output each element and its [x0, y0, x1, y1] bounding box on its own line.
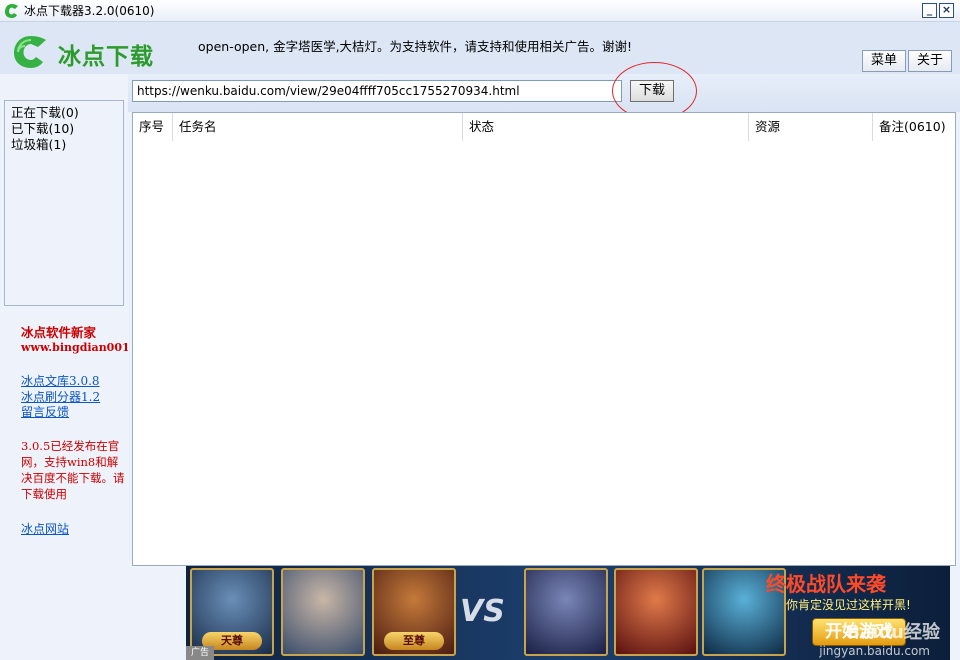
ad-vs-text: VS [460, 594, 505, 629]
close-icon: × [941, 3, 952, 16]
minimize-icon: _ [926, 3, 933, 16]
watermark-sub: jingyan.baidu.com [819, 644, 930, 658]
column-header-index[interactable]: 序号 [133, 113, 173, 141]
link-feedback[interactable]: 留言反馈 [21, 403, 69, 420]
brand-name: 冰点下载 [58, 44, 154, 70]
category-trash[interactable]: 垃圾箱(1) [11, 137, 66, 153]
ad-card-label: 至尊 [384, 632, 444, 650]
link-wenku[interactable]: 冰点文库3.0.8 [21, 372, 100, 389]
ad-hero-card[interactable] [524, 568, 608, 656]
brand-logo-icon [14, 36, 46, 68]
column-header-source[interactable]: 资源 [749, 113, 873, 141]
release-notice: 3.0.5已经发布在官网，支持win8和解决百度不能下载。请下载使用 [21, 439, 125, 501]
about-button[interactable]: 关于 [908, 50, 952, 72]
url-input[interactable] [132, 80, 622, 102]
title-bar: 冰点下载器3.2.0(0610) _ × [0, 0, 960, 22]
ad-hero-card[interactable]: 至尊 [372, 568, 456, 656]
sidebar-site: www.bingdian001.com [21, 341, 128, 354]
app-logo-icon [5, 4, 18, 18]
ad-slogan: 终极战队来袭 [766, 572, 886, 596]
window-title: 冰点下载器3.2.0(0610) [24, 4, 155, 18]
sidebar-title: 冰点软件新家 [21, 325, 97, 340]
ad-tag: 广告 [186, 646, 214, 660]
sidebar-info: 冰点软件新家 www.bingdian001.com 冰点文库3.0.8 冰点刷… [0, 306, 128, 660]
close-button[interactable]: × [939, 3, 954, 18]
ad-hero-card[interactable]: 天尊 [190, 568, 274, 656]
header: 冰点下载 open-open, 金字塔医学,大桔灯。为支持软件，请支持和使用相关… [0, 22, 960, 74]
column-header-taskname[interactable]: 任务名 [173, 113, 463, 141]
scrolling-notice: open-open, 金字塔医学,大桔灯。为支持软件，请支持和使用相关广告。谢谢… [198, 39, 633, 54]
menu-button[interactable]: 菜单 [862, 50, 906, 72]
category-panel: 正在下载(0) 已下载(10) 垃圾箱(1) [4, 100, 124, 306]
category-downloading[interactable]: 正在下载(0) [11, 105, 79, 121]
ad-banner[interactable]: 天尊 至尊 VS 终极战队来袭 你肯定没见过这样开黑! 开始游戏 广告 Baid… [186, 566, 950, 660]
column-header-status[interactable]: 状态 [463, 113, 749, 141]
ad-subline: 你肯定没见过这样开黑! [786, 598, 911, 612]
category-downloaded[interactable]: 已下载(10) [11, 121, 74, 137]
minimize-button[interactable]: _ [922, 3, 937, 18]
ad-hero-card[interactable] [614, 568, 698, 656]
column-header-remark[interactable]: 备注(0610) [873, 113, 957, 141]
download-button[interactable]: 下载 [630, 80, 674, 102]
link-website[interactable]: 冰点网站 [21, 520, 69, 537]
ad-hero-card[interactable] [281, 568, 365, 656]
watermark: Baidu经验 [846, 622, 940, 643]
task-table: 序号 任务名 状态 资源 备注(0610) [132, 112, 956, 566]
